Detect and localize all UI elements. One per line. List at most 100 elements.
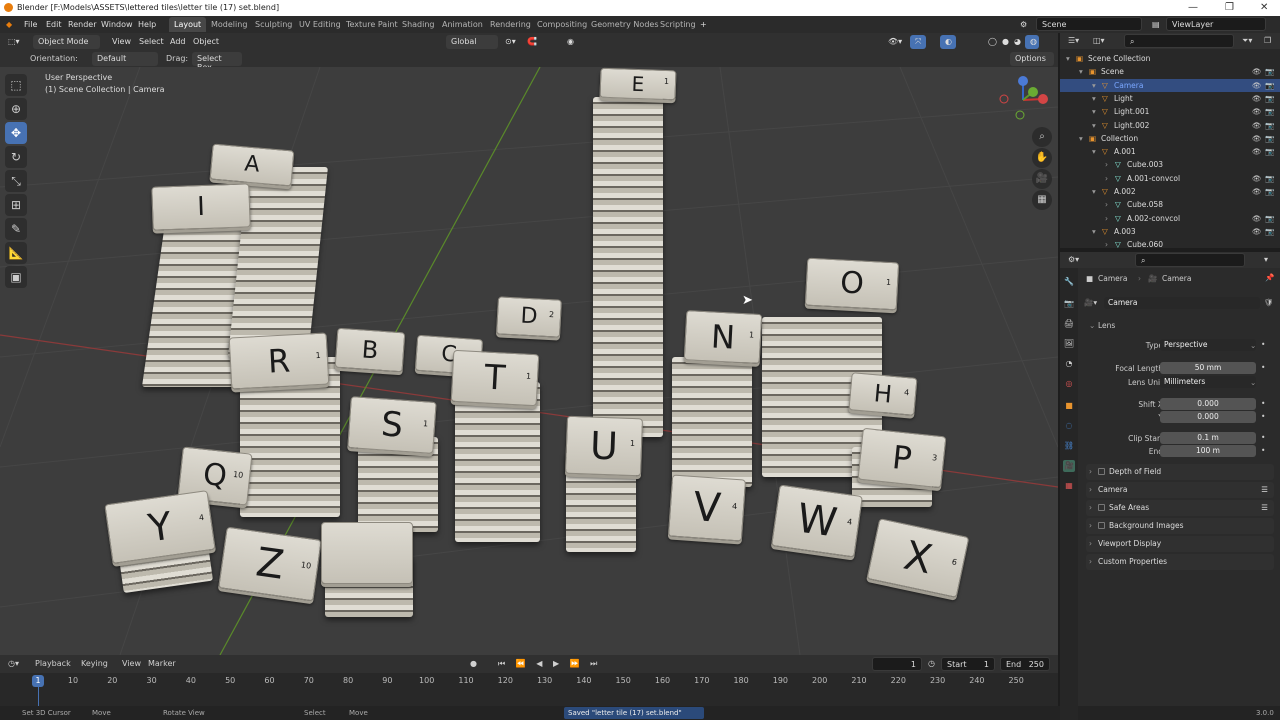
gizmo-toggle-icon[interactable]: ⤧ xyxy=(910,35,926,49)
camera-data-tab-icon[interactable]: 🎥 xyxy=(1063,460,1075,472)
tile-u[interactable]: U1 xyxy=(565,415,643,477)
menu-render[interactable]: Render xyxy=(68,20,96,29)
visibility-eye-icon[interactable]: 👁 xyxy=(1252,119,1262,132)
tile-stack-t[interactable] xyxy=(455,382,540,542)
clip-end-field[interactable]: 100 m xyxy=(1160,445,1256,457)
panel-background-images[interactable]: › Background Images xyxy=(1086,518,1274,534)
panel-safe-areas[interactable]: › Safe Areas ☰ xyxy=(1086,500,1274,516)
shift-x-field[interactable]: 0.000 xyxy=(1160,398,1256,410)
expand-arrow-icon[interactable]: › xyxy=(1105,158,1108,171)
tile-stack-e[interactable] xyxy=(593,97,663,437)
tab-shading[interactable]: Shading xyxy=(397,17,440,32)
outliner-row[interactable]: ▾ ▽ A.001 👁 📷 xyxy=(1060,145,1280,158)
list-icon[interactable]: ☰ xyxy=(1261,482,1268,498)
solid-shading-icon[interactable]: ● xyxy=(1002,37,1009,46)
tab-sculpting[interactable]: Sculpting xyxy=(250,17,297,32)
playback-controls[interactable]: ⏮ ⏪ ◀ ▶ ⏩ ⏭ xyxy=(498,659,601,669)
view-layer-icon[interactable]: ▤ xyxy=(1152,20,1160,29)
panel-custom-properties[interactable]: › Custom Properties xyxy=(1086,554,1274,570)
keyframe-dot-icon[interactable]: • xyxy=(1261,363,1265,372)
snap-icon[interactable]: 🧲 xyxy=(527,37,537,46)
expand-arrow-icon[interactable]: ▾ xyxy=(1092,145,1096,158)
view-layer-selector[interactable]: ViewLayer xyxy=(1166,17,1266,31)
measure-tool-icon[interactable]: 📐 xyxy=(5,242,27,264)
outliner-row[interactable]: ▾ ▽ Camera 👁 📷 xyxy=(1060,78,1280,92)
maximize-icon[interactable]: ❐ xyxy=(1225,2,1234,13)
tile-n[interactable]: N1 xyxy=(683,310,763,364)
scene-icon[interactable]: ⚙ xyxy=(1020,20,1027,29)
tab-animation[interactable]: Animation xyxy=(437,17,488,32)
tab-layout[interactable]: Layout xyxy=(169,17,207,32)
render-camera-icon[interactable]: 📷 xyxy=(1265,119,1274,132)
render-camera-icon[interactable]: 📷 xyxy=(1265,212,1274,225)
expand-arrow-icon[interactable]: ▾ xyxy=(1079,132,1083,145)
menu-select[interactable]: Select xyxy=(139,37,164,46)
filter-icon[interactable]: ⏷▾ xyxy=(1242,36,1252,46)
3d-viewport[interactable]: User Perspective (1) Scene Collection | … xyxy=(0,67,1058,655)
menu-object[interactable]: Object xyxy=(193,37,219,46)
annotate-tool-icon[interactable]: ✎ xyxy=(5,218,27,240)
output-tab-icon[interactable]: 🖨 xyxy=(1063,318,1075,330)
clip-start-field[interactable]: 0.1 m xyxy=(1160,432,1256,444)
fake-user-icon[interactable]: 🛡 xyxy=(1264,298,1274,307)
pivot-icon[interactable]: ⊙▾ xyxy=(505,37,516,46)
scale-tool-icon[interactable]: ⤡ xyxy=(5,170,27,192)
tile-h[interactable]: H4 xyxy=(848,372,918,416)
view-layer-tab-icon[interactable]: 🖼 xyxy=(1063,338,1075,350)
transform-orientation-dropdown[interactable]: Global xyxy=(446,35,498,49)
cursor-tool-icon[interactable]: ⊕ xyxy=(5,98,27,120)
editor-type-icon[interactable]: ⬚▾ xyxy=(8,37,20,46)
tile-a[interactable]: A xyxy=(209,143,295,187)
visibility-eye-icon[interactable]: 👁 xyxy=(1252,172,1262,185)
visibility-eye-icon[interactable]: 👁 xyxy=(1252,79,1262,92)
constraints-tab-icon[interactable]: ⛓ xyxy=(1063,440,1075,452)
navigation-gizmo[interactable] xyxy=(995,75,1051,125)
menu-edit[interactable]: Edit xyxy=(46,20,62,29)
tile-v[interactable]: V4 xyxy=(667,474,747,542)
menu-file[interactable]: File xyxy=(24,20,37,29)
outliner-row[interactable]: ▾ ▣ Collection 👁 📷 xyxy=(1060,132,1280,145)
dof-checkbox[interactable] xyxy=(1098,468,1105,475)
tab-uv-editing[interactable]: UV Editing xyxy=(294,17,346,32)
proportional-edit-icon[interactable]: ◉ xyxy=(567,37,574,46)
properties-options-icon[interactable]: ▾ xyxy=(1264,255,1268,264)
visibility-eye-icon[interactable]: 👁 xyxy=(1252,225,1262,238)
visibility-eye-icon[interactable]: 👁 xyxy=(1252,145,1262,158)
render-camera-icon[interactable]: 📷 xyxy=(1265,105,1274,118)
expand-arrow-icon[interactable]: ▾ xyxy=(1092,92,1096,105)
preview-range-icon[interactable]: ◷ xyxy=(928,659,935,668)
shift-y-field[interactable]: 0.000 xyxy=(1160,411,1256,423)
overlay-toggle-icon[interactable]: ◐ xyxy=(940,35,956,49)
scene-selector[interactable]: Scene xyxy=(1036,17,1142,31)
expand-arrow-icon[interactable]: › xyxy=(1105,212,1108,225)
tile-t[interactable]: T1 xyxy=(450,349,540,407)
tile-s[interactable]: S1 xyxy=(347,396,437,454)
wireframe-shading-icon[interactable]: ◯ xyxy=(988,37,997,46)
tile-w[interactable]: W4 xyxy=(771,484,863,558)
expand-arrow-icon[interactable]: ▾ xyxy=(1092,105,1096,118)
zoom-icon[interactable]: ⌕ xyxy=(1032,127,1052,147)
expand-arrow-icon[interactable]: ▾ xyxy=(1092,225,1096,238)
visibility-eye-icon[interactable]: 👁 xyxy=(1252,92,1262,105)
lens-panel-title[interactable]: Lens xyxy=(1098,321,1115,330)
list-icon[interactable]: ☰ xyxy=(1261,500,1268,516)
timeline-editor-icon[interactable]: ◷▾ xyxy=(8,659,19,668)
tile-e[interactable]: E1 xyxy=(599,67,677,101)
display-mode-icon[interactable]: ◫▾ xyxy=(1093,36,1105,45)
render-camera-icon[interactable]: 📷 xyxy=(1265,225,1274,238)
move-tool-icon[interactable]: ✥ xyxy=(5,122,27,144)
pan-hand-icon[interactable]: ✋ xyxy=(1032,148,1052,168)
keyframe-dot-icon[interactable]: • xyxy=(1261,340,1265,349)
menu-view[interactable]: View xyxy=(112,37,131,46)
keyframe-dot-icon[interactable]: • xyxy=(1261,446,1265,455)
current-frame-field[interactable]: 1 xyxy=(872,657,922,671)
outliner-row[interactable]: ▾ ▽ A.002 👁 📷 xyxy=(1060,185,1280,198)
object-tab-icon[interactable]: ■ xyxy=(1063,400,1075,412)
tile-stack-n[interactable] xyxy=(672,357,752,487)
transform-tool-icon[interactable]: ⊞ xyxy=(5,194,27,216)
outliner-row[interactable]: ▾ ▣ Scene Collection xyxy=(1060,52,1280,65)
material-shading-icon[interactable]: ◕ xyxy=(1014,37,1021,46)
start-frame-field[interactable]: Start 1 xyxy=(941,657,995,671)
world-tab-icon[interactable]: ◎ xyxy=(1063,378,1075,390)
keyframe-dot-icon[interactable]: • xyxy=(1261,399,1265,408)
